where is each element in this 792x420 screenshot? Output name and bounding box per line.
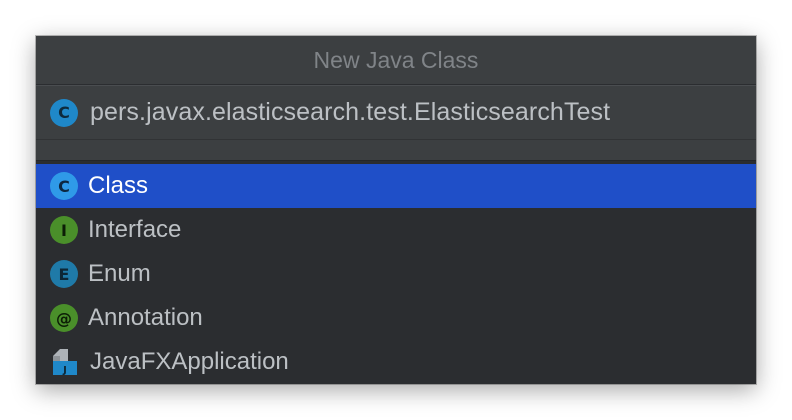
kind-item-interface[interactable]: I Interface <box>36 208 756 252</box>
kind-item-annotation[interactable]: @ Annotation <box>36 296 756 340</box>
kind-item-label: JavaFXApplication <box>90 348 289 375</box>
kind-item-label: Annotation <box>88 304 203 331</box>
kind-item-label: Enum <box>88 260 151 287</box>
dialog-title: New Java Class <box>36 36 756 85</box>
kind-item-label: Class <box>88 172 149 199</box>
interface-icon: I <box>50 216 78 244</box>
enum-icon: E <box>50 260 78 288</box>
kind-item-javafx-application[interactable]: J JavaFXApplication <box>36 340 756 384</box>
kind-item-class[interactable]: C Class <box>36 164 756 208</box>
annotation-icon: @ <box>50 304 78 332</box>
class-name-row: C <box>36 85 756 139</box>
javafx-file-icon: J <box>53 349 77 376</box>
class-icon: C <box>50 98 78 127</box>
kind-item-enum[interactable]: E Enum <box>36 252 756 296</box>
separator <box>36 139 756 161</box>
kind-list: C Class I Interface E Enum @ Annotation … <box>36 161 756 384</box>
new-java-class-dialog: New Java Class C C Class I Interface E E… <box>36 36 756 384</box>
class-icon: C <box>50 172 78 200</box>
class-name-input[interactable] <box>90 98 730 127</box>
javafx-file-letter: J <box>62 365 67 376</box>
kind-item-label: Interface <box>88 216 182 243</box>
